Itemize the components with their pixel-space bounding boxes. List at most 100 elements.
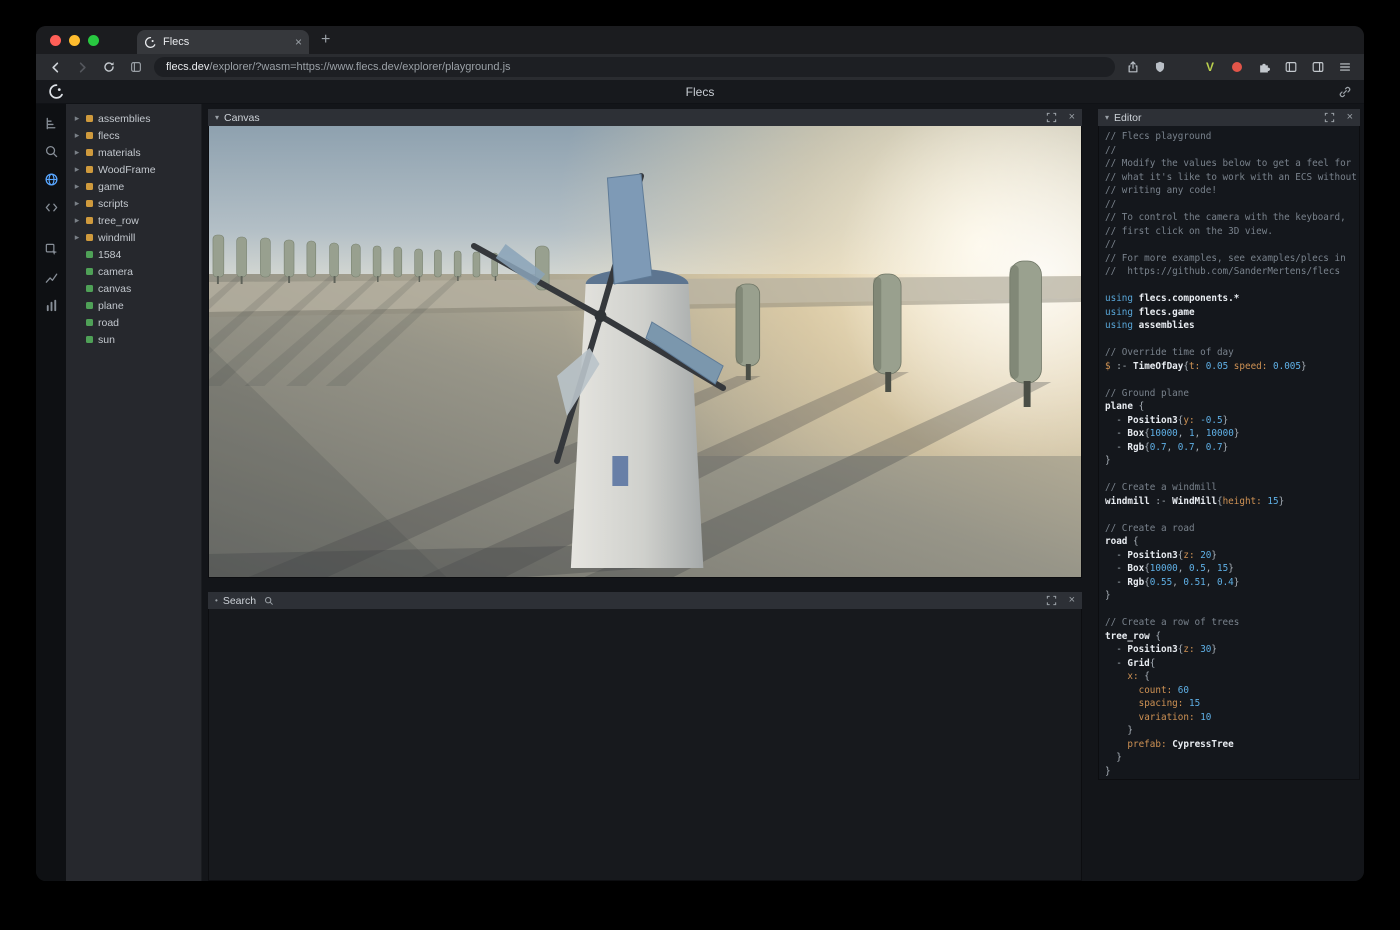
search-results-area[interactable] <box>208 609 1082 881</box>
new-tab-button[interactable]: + <box>309 26 342 54</box>
url-host: flecs.dev <box>166 61 209 73</box>
tree-icon[interactable] <box>40 113 62 133</box>
editor-code[interactable]: // Flecs playground//// Modify the value… <box>1098 126 1360 780</box>
bullet-icon: • <box>215 596 218 605</box>
code-line: // For more examples, see examples/plecs… <box>1105 252 1359 266</box>
tree-item-road[interactable]: road <box>66 314 201 331</box>
expand-icon[interactable] <box>1046 112 1057 123</box>
tree-item-windmill[interactable]: ▸windmill <box>66 229 201 246</box>
canvas-panel-header[interactable]: ▾ Canvas × <box>208 109 1082 126</box>
editor-panel-header[interactable]: ▾ Editor × <box>1098 109 1360 126</box>
menu-icon[interactable] <box>1336 58 1354 76</box>
entity-badge-icon <box>86 336 93 343</box>
module-badge-icon <box>86 234 93 241</box>
v-extension-icon[interactable]: V <box>1201 58 1219 76</box>
code-line: // <box>1105 144 1359 158</box>
entity-badge-icon <box>86 285 93 292</box>
tree-item-WoodFrame[interactable]: ▸WoodFrame <box>66 161 201 178</box>
main-column: ▾ Canvas × <box>202 104 1090 881</box>
share-icon[interactable] <box>1124 58 1142 76</box>
record-extension-icon[interactable] <box>1228 58 1246 76</box>
module-badge-icon <box>86 183 93 190</box>
browser-window: Flecs × + flecs.dev/explorer/?wasm=https… <box>36 26 1364 881</box>
canvas-3d-view[interactable] <box>208 126 1082 578</box>
windmill-scene <box>209 126 1081 577</box>
reading-list-icon[interactable] <box>127 58 145 76</box>
code-line: // writing any code! <box>1105 184 1359 198</box>
close-icon[interactable]: × <box>1069 595 1075 606</box>
flecs-favicon-icon <box>144 36 157 49</box>
url-bar[interactable]: flecs.dev/explorer/?wasm=https://www.fle… <box>154 57 1115 77</box>
window-minimize-button[interactable] <box>69 35 80 46</box>
code-line <box>1105 373 1359 387</box>
code-line: } <box>1105 751 1359 765</box>
reload-button[interactable] <box>100 58 118 76</box>
expand-icon[interactable] <box>1324 112 1335 123</box>
entity-badge-icon <box>86 251 93 258</box>
tree-item-game[interactable]: ▸game <box>66 178 201 195</box>
code-line: // To control the camera with the keyboa… <box>1105 211 1359 225</box>
extensions-puzzle-icon[interactable] <box>1255 58 1273 76</box>
back-button[interactable] <box>46 58 64 76</box>
tree-item-tree_row[interactable]: ▸tree_row <box>66 212 201 229</box>
entity-badge-icon <box>86 302 93 309</box>
code-line: // Create a row of trees <box>1105 616 1359 630</box>
tree-item-label: WoodFrame <box>98 164 156 176</box>
tree-item-scripts[interactable]: ▸scripts <box>66 195 201 212</box>
inspect-icon[interactable] <box>40 239 62 259</box>
tree-item-label: plane <box>98 300 124 312</box>
code-line: - Grid{ <box>1105 657 1359 671</box>
tree-item-canvas[interactable]: canvas <box>66 280 201 297</box>
search-icon[interactable] <box>40 141 62 161</box>
url-path: /explorer/?wasm=https://www.flecs.dev/ex… <box>209 61 510 73</box>
stats-icon[interactable] <box>40 295 62 315</box>
shield-icon[interactable] <box>1151 58 1169 76</box>
tab-panel-icon[interactable] <box>1309 58 1327 76</box>
code-line: road { <box>1105 535 1359 549</box>
tree-item-assemblies[interactable]: ▸ assemblies <box>66 110 201 127</box>
search-panel-header[interactable]: • Search × <box>208 592 1082 609</box>
tree-item-camera[interactable]: camera <box>66 263 201 280</box>
code-line: // what it's like to work with an ECS wi… <box>1105 171 1359 185</box>
window-close-button[interactable] <box>50 35 61 46</box>
tree-item-1584[interactable]: 1584 <box>66 246 201 263</box>
module-badge-icon <box>86 217 93 224</box>
forward-button[interactable] <box>73 58 91 76</box>
code-line: using assemblies <box>1105 319 1359 333</box>
code-line: plane { <box>1105 400 1359 414</box>
chevron-right-icon: ▸ <box>73 215 81 226</box>
code-line: // https://github.com/SanderMertens/flec… <box>1105 265 1359 279</box>
world-icon[interactable] <box>40 169 62 189</box>
code-line <box>1105 468 1359 482</box>
code-icon[interactable] <box>40 197 62 217</box>
tree-item-label: scripts <box>98 198 128 210</box>
permalink-icon[interactable] <box>1338 85 1352 99</box>
tree-item-flecs[interactable]: ▸flecs <box>66 127 201 144</box>
tree-item-plane[interactable]: plane <box>66 297 201 314</box>
entity-badge-icon <box>86 319 93 326</box>
chart-icon[interactable] <box>40 267 62 287</box>
code-line: tree_row { <box>1105 630 1359 644</box>
browser-tab[interactable]: Flecs × <box>137 30 309 54</box>
tab-strip: Flecs × + <box>36 26 1364 54</box>
code-line: - Position3{z: 20} <box>1105 549 1359 563</box>
tree-item-materials[interactable]: ▸materials <box>66 144 201 161</box>
side-panel-icon[interactable] <box>1282 58 1300 76</box>
tree-item-label: canvas <box>98 283 131 295</box>
code-line: // Ground plane <box>1105 387 1359 401</box>
expand-icon[interactable] <box>1046 595 1057 606</box>
tree-item-label: materials <box>98 147 141 159</box>
code-line: // first click on the 3D view. <box>1105 225 1359 239</box>
chevron-right-icon: ▸ <box>73 113 81 124</box>
code-line: windmill :- WindMill{height: 15} <box>1105 495 1359 509</box>
tree-item-label: assemblies <box>98 113 151 125</box>
search-panel-title: Search <box>223 595 256 607</box>
tree-item-sun[interactable]: sun <box>66 331 201 348</box>
tab-close-icon[interactable]: × <box>295 36 302 48</box>
window-zoom-button[interactable] <box>88 35 99 46</box>
close-icon[interactable]: × <box>1069 112 1075 123</box>
tree-item-label: game <box>98 181 124 193</box>
tree-item-label: sun <box>98 334 115 346</box>
search-magnifier-icon <box>264 596 274 606</box>
close-icon[interactable]: × <box>1347 112 1353 123</box>
